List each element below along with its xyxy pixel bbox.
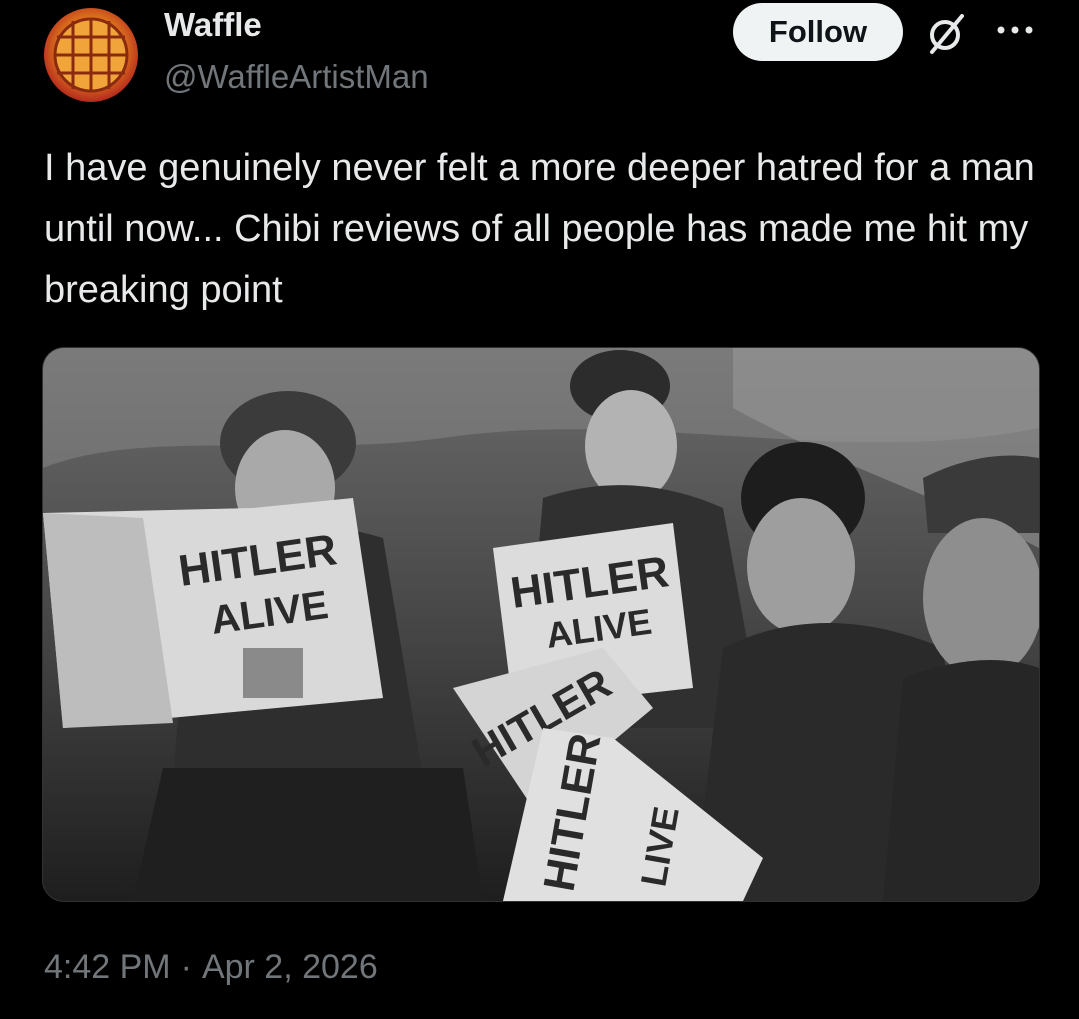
avatar[interactable] [44, 8, 138, 102]
follow-button[interactable]: Follow [733, 3, 903, 61]
tweet-media-photo[interactable]: HITLER ALIVE HITLER ALIVE HITLER HITLER … [42, 347, 1040, 902]
tweet-timestamp[interactable]: 4:42 PM · Apr 2, 2026 [44, 948, 378, 987]
more-options-icon[interactable] [995, 18, 1035, 42]
grok-icon[interactable] [924, 12, 968, 56]
tweet-date: Apr 2, 2026 [201, 948, 378, 986]
author-display-name[interactable]: Waffle [164, 6, 262, 44]
tweet-text: I have genuinely never felt a more deepe… [44, 147, 1035, 311]
tweet-time: 4:42 PM [44, 948, 171, 986]
author-handle[interactable]: @WaffleArtistMan [164, 58, 429, 96]
newspaper: HITLER ALIVE [43, 498, 383, 728]
separator-dot: · [180, 948, 192, 986]
waffle-icon [53, 17, 129, 93]
